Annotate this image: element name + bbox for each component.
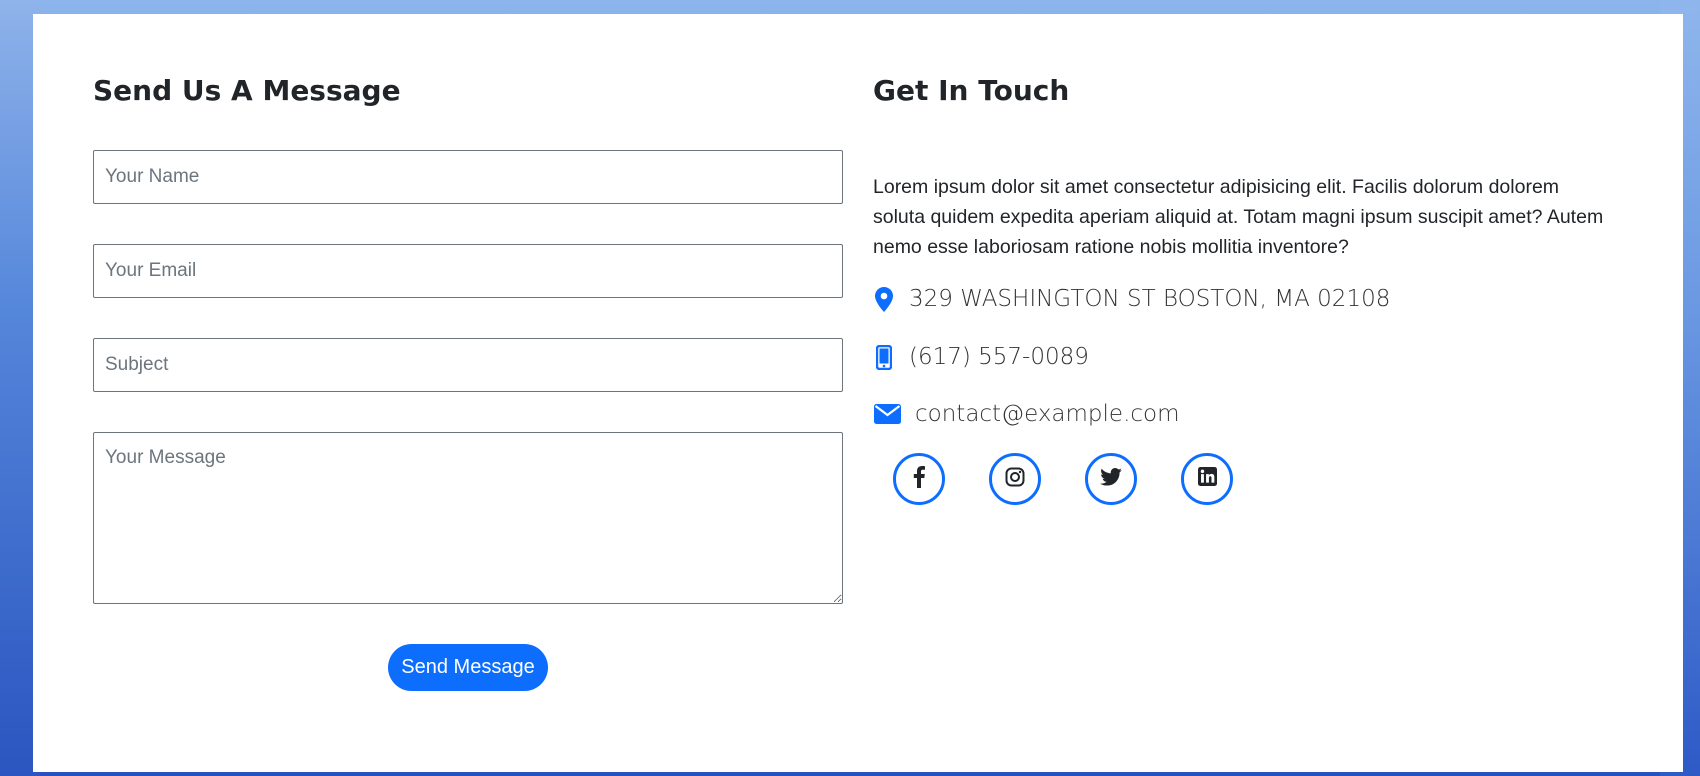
mobile-phone-icon xyxy=(873,344,895,370)
envelope-icon xyxy=(873,401,901,427)
address-text: 329 WASHINGTON ST BOSTON, MA 02108 xyxy=(909,286,1391,312)
twitter-icon xyxy=(1100,467,1122,491)
twitter-button[interactable] xyxy=(1085,453,1137,505)
email-input[interactable] xyxy=(93,244,843,298)
subject-input[interactable] xyxy=(93,338,843,392)
name-input[interactable] xyxy=(93,150,843,204)
message-textarea[interactable] xyxy=(93,432,843,604)
instagram-button[interactable] xyxy=(989,453,1041,505)
email-text: contact@example.com xyxy=(915,401,1180,427)
phone-row: (617) 557-0089 xyxy=(873,344,1089,370)
contact-title: Get In Touch xyxy=(873,74,1070,107)
linkedin-button[interactable] xyxy=(1181,453,1233,505)
address-row: 329 WASHINGTON ST BOSTON, MA 02108 xyxy=(873,286,1390,312)
contact-section: Send Us A Message Send Message Get In To… xyxy=(33,14,1683,772)
instagram-icon xyxy=(1005,467,1025,492)
linkedin-icon xyxy=(1197,467,1217,491)
facebook-icon xyxy=(912,465,926,493)
email-row: contact@example.com xyxy=(873,401,1180,427)
send-message-button[interactable]: Send Message xyxy=(388,644,548,691)
map-marker-icon xyxy=(873,286,895,312)
facebook-button[interactable] xyxy=(893,453,945,505)
contact-intro: Lorem ipsum dolor sit amet consectetur a… xyxy=(873,176,1604,258)
form-title: Send Us A Message xyxy=(93,74,401,107)
phone-text: (617) 557-0089 xyxy=(909,344,1089,370)
